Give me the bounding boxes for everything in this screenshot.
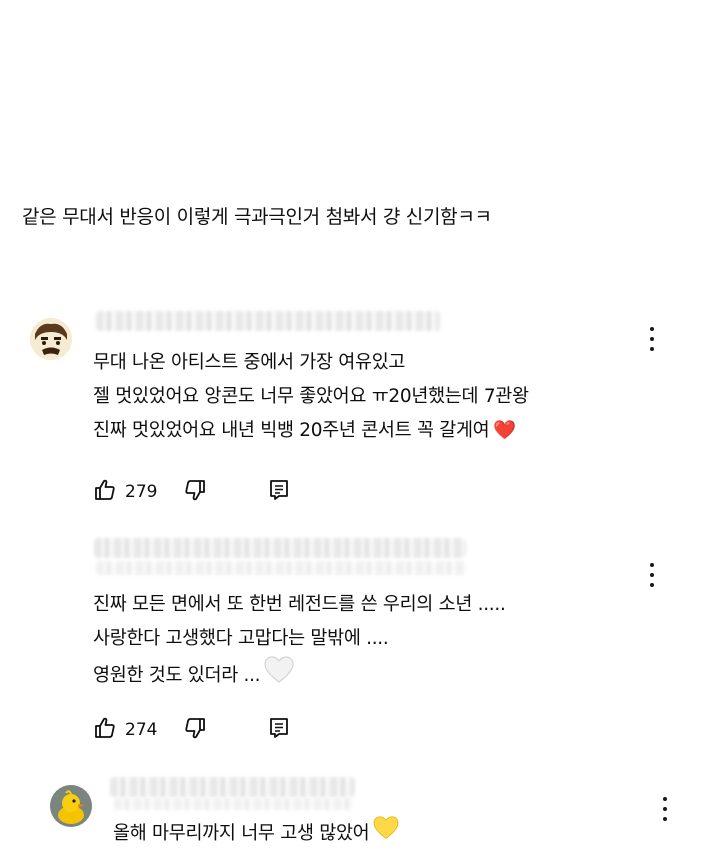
avatar-face-icon <box>30 318 72 360</box>
duck-avatar-icon <box>50 785 92 827</box>
author-name-blurred[interactable] <box>96 311 440 331</box>
like-count: 274 <box>125 720 158 740</box>
thumbs-up-icon[interactable] <box>93 478 117 506</box>
avatar[interactable] <box>50 785 92 827</box>
comment-text: 무대 나온 아티스트 중에서 가장 여유있고 젤 멋있었어요 앙콘도 너무 좋았… <box>93 346 529 448</box>
more-options-button[interactable] <box>659 797 671 821</box>
thumbs-up-icon[interactable] <box>93 716 117 744</box>
comment-actions: 274 <box>93 715 291 745</box>
more-vertical-icon <box>663 797 667 801</box>
thumbs-down-icon[interactable] <box>183 716 207 744</box>
reply-icon[interactable] <box>267 478 291 506</box>
more-options-button[interactable] <box>646 563 658 587</box>
author-subline-blurred <box>114 798 354 810</box>
comment-text: 올해 마무리까지 너무 고생 많았어 <box>113 816 399 850</box>
post-caption: 같은 무대서 반응이 이렇게 극과극인거 첨봐서 걍 신기함ㅋㅋ <box>22 206 492 228</box>
comment-actions: 279 <box>93 477 291 507</box>
author-name-blurred[interactable] <box>110 777 355 797</box>
comment-text: 진짜 모든 면에서 또 한번 레전드를 쓴 우리의 소년 ..... 사랑한다 … <box>93 588 506 690</box>
thumbs-down-icon[interactable] <box>183 478 207 506</box>
more-vertical-icon <box>650 563 654 567</box>
reply-icon[interactable] <box>267 716 291 744</box>
more-vertical-icon <box>650 327 654 331</box>
like-count: 279 <box>125 482 158 502</box>
avatar[interactable] <box>30 318 72 360</box>
white-heart-emoji <box>264 656 294 696</box>
more-options-button[interactable] <box>646 327 658 351</box>
author-subline-blurred <box>96 561 466 575</box>
yellow-heart-emoji <box>373 816 399 852</box>
author-name-blurred[interactable] <box>94 538 466 558</box>
red-heart-emoji: ❤️ <box>493 420 517 441</box>
